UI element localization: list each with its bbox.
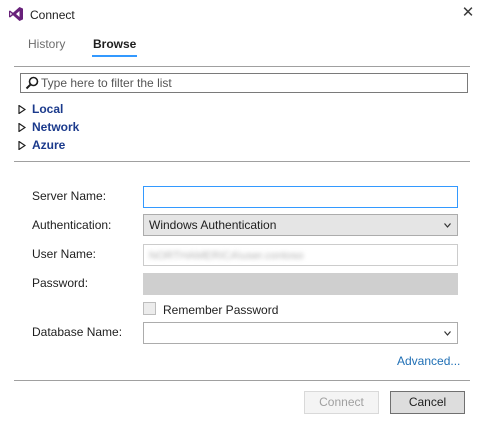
remember-password-label[interactable]: Remember Password: [163, 303, 278, 317]
password-label: Password:: [32, 276, 89, 290]
remember-password-checkbox[interactable]: [143, 302, 156, 315]
authentication-value: Windows Authentication: [149, 218, 277, 232]
user-name-value: NORTHAMERICA\user.contoso: [149, 250, 304, 262]
database-name-label: Database Name:: [32, 325, 123, 339]
tree-item-azure[interactable]: Azure: [18, 138, 65, 154]
expand-arrow-icon[interactable]: [18, 141, 26, 150]
expand-arrow-icon[interactable]: [18, 105, 26, 114]
filter-box[interactable]: [20, 73, 468, 93]
authentication-dropdown[interactable]: Windows Authentication: [143, 214, 458, 236]
footer-divider: [14, 380, 470, 381]
close-icon[interactable]: ✕: [459, 4, 477, 22]
window-title: Connect: [30, 8, 75, 22]
tab-browse[interactable]: Browse: [93, 37, 136, 51]
tab-history[interactable]: History: [28, 37, 65, 51]
tree-item-network[interactable]: Network: [18, 120, 79, 136]
tree-item-label: Local: [32, 102, 64, 116]
tabs-divider: [14, 66, 470, 67]
tree-item-label: Azure: [32, 138, 66, 152]
password-input: [143, 273, 458, 295]
active-tab-indicator: [92, 55, 137, 57]
chevron-down-icon: [444, 331, 451, 336]
server-name-label: Server Name:: [32, 189, 107, 203]
tree-item-label: Network: [32, 120, 80, 134]
server-name-input[interactable]: [143, 186, 458, 208]
authentication-label: Authentication:: [32, 218, 112, 232]
connect-button[interactable]: Connect: [304, 391, 379, 414]
tree-item-local[interactable]: Local: [18, 102, 63, 118]
database-name-dropdown[interactable]: [143, 322, 458, 344]
chevron-down-icon: [444, 223, 451, 228]
expand-arrow-icon[interactable]: [18, 123, 26, 132]
search-icon: [25, 76, 39, 90]
cancel-button[interactable]: Cancel: [390, 391, 465, 414]
filter-input[interactable]: [41, 75, 461, 91]
user-name-input[interactable]: NORTHAMERICA\user.contoso: [143, 244, 458, 266]
browse-divider: [14, 161, 470, 162]
visual-studio-icon: [9, 7, 23, 21]
user-name-label: User Name:: [32, 247, 97, 261]
advanced-link[interactable]: Advanced...: [397, 354, 460, 368]
